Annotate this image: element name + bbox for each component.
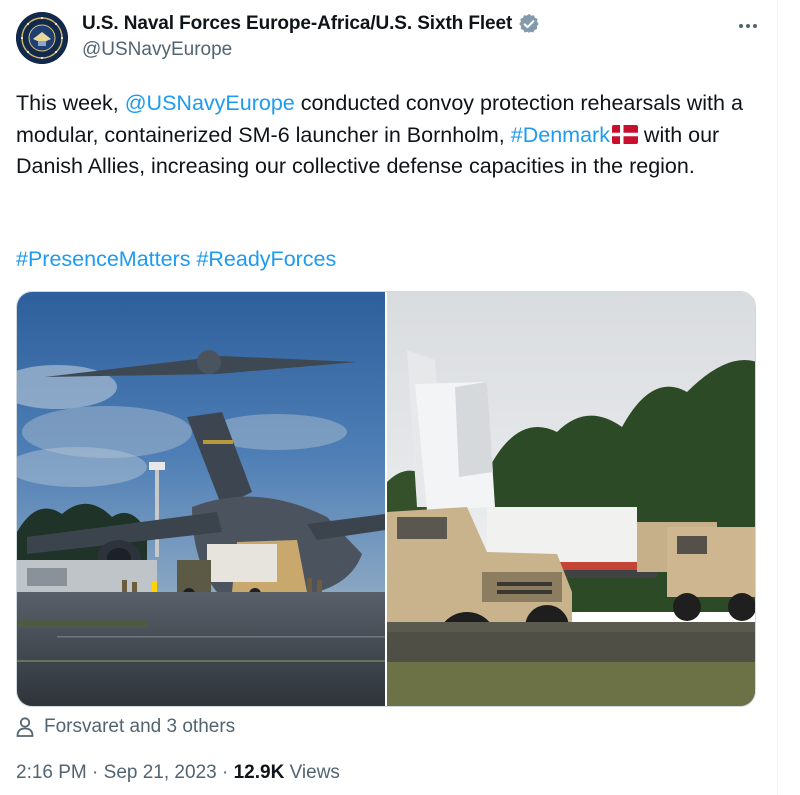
tweet-meta: 2:16 PM · Sep 21, 2023 · 12.9K Views	[16, 762, 340, 784]
mention-link[interactable]: @USNavyEurope	[125, 91, 295, 115]
tagged-users-label[interactable]: Forsvaret and 3 others	[44, 716, 235, 738]
naval-seal-icon	[16, 12, 68, 64]
tweet-time[interactable]: 2:16 PM	[16, 762, 87, 783]
views-label: Views	[284, 762, 340, 783]
media-grid	[16, 291, 756, 707]
tweet-text-part1: This week,	[16, 91, 125, 115]
views-count: 12.9K	[233, 762, 285, 783]
more-options-icon[interactable]	[734, 14, 762, 38]
humvee-launcher-photo[interactable]	[387, 292, 755, 706]
person-icon	[16, 717, 34, 737]
tweet-text: This week, @USNavyEurope conducted convo…	[16, 88, 776, 183]
tweet-date[interactable]: Sep 21, 2023	[104, 762, 217, 783]
tweet-header: U.S. Naval Forces Europe-Africa/U.S. Six…	[16, 12, 762, 64]
avatar[interactable]	[16, 12, 68, 64]
display-name[interactable]: U.S. Naval Forces Europe-Africa/U.S. Six…	[82, 13, 512, 35]
denmark-flag-icon	[611, 124, 638, 144]
hashtag-denmark-link[interactable]: #Denmark	[511, 123, 610, 147]
hashtag-presencematters-link[interactable]: #PresenceMatters	[16, 247, 190, 271]
hashtag-line: #PresenceMatters #ReadyForces	[16, 244, 336, 276]
user-handle[interactable]: @USNavyEurope	[82, 39, 540, 61]
tagged-users[interactable]: Forsvaret and 3 others	[16, 714, 235, 740]
c17-aircraft-loading-photo[interactable]	[17, 292, 385, 706]
meta-separator: ·	[86, 762, 104, 783]
timeline-divider	[777, 0, 778, 795]
meta-separator-2: ·	[216, 762, 234, 783]
hashtag-readyforces-link[interactable]: #ReadyForces	[196, 247, 336, 271]
verified-badge-icon[interactable]	[518, 13, 540, 35]
